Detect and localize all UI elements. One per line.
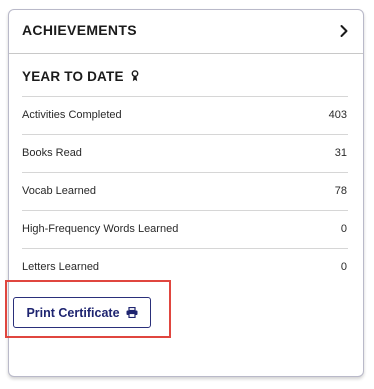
stat-row-activities-completed: Activities Completed 403 [22,96,348,134]
stat-row-vocab-learned: Vocab Learned 78 [22,172,348,210]
chevron-right-icon[interactable] [337,24,351,38]
stat-value: 0 [340,223,347,235]
print-certificate-button[interactable]: Print Certificate [13,297,151,328]
section-title-text: YEAR TO DATE [22,69,124,84]
stat-value: 78 [334,185,347,197]
card-header: ACHIEVEMENTS [9,10,363,54]
ribbon-icon [131,70,139,82]
stat-label: Vocab Learned [22,185,97,197]
print-certificate-label: Print Certificate [26,305,120,320]
stat-value: 0 [340,261,347,273]
stat-row-books-read: Books Read 31 [22,134,348,172]
stat-label: Books Read [22,147,82,159]
section-title: YEAR TO DATE [22,69,139,84]
stat-value: 403 [328,109,347,121]
stats-list: Activities Completed 403 Books Read 31 V… [22,96,348,286]
printer-icon [126,307,138,318]
stat-label: High-Frequency Words Learned [22,223,179,235]
stat-row-high-frequency-words: High-Frequency Words Learned 0 [22,210,348,248]
stat-value: 31 [334,147,347,159]
stat-label: Letters Learned [22,261,100,273]
stat-label: Activities Completed [22,109,122,121]
card-title: ACHIEVEMENTS [22,22,137,38]
